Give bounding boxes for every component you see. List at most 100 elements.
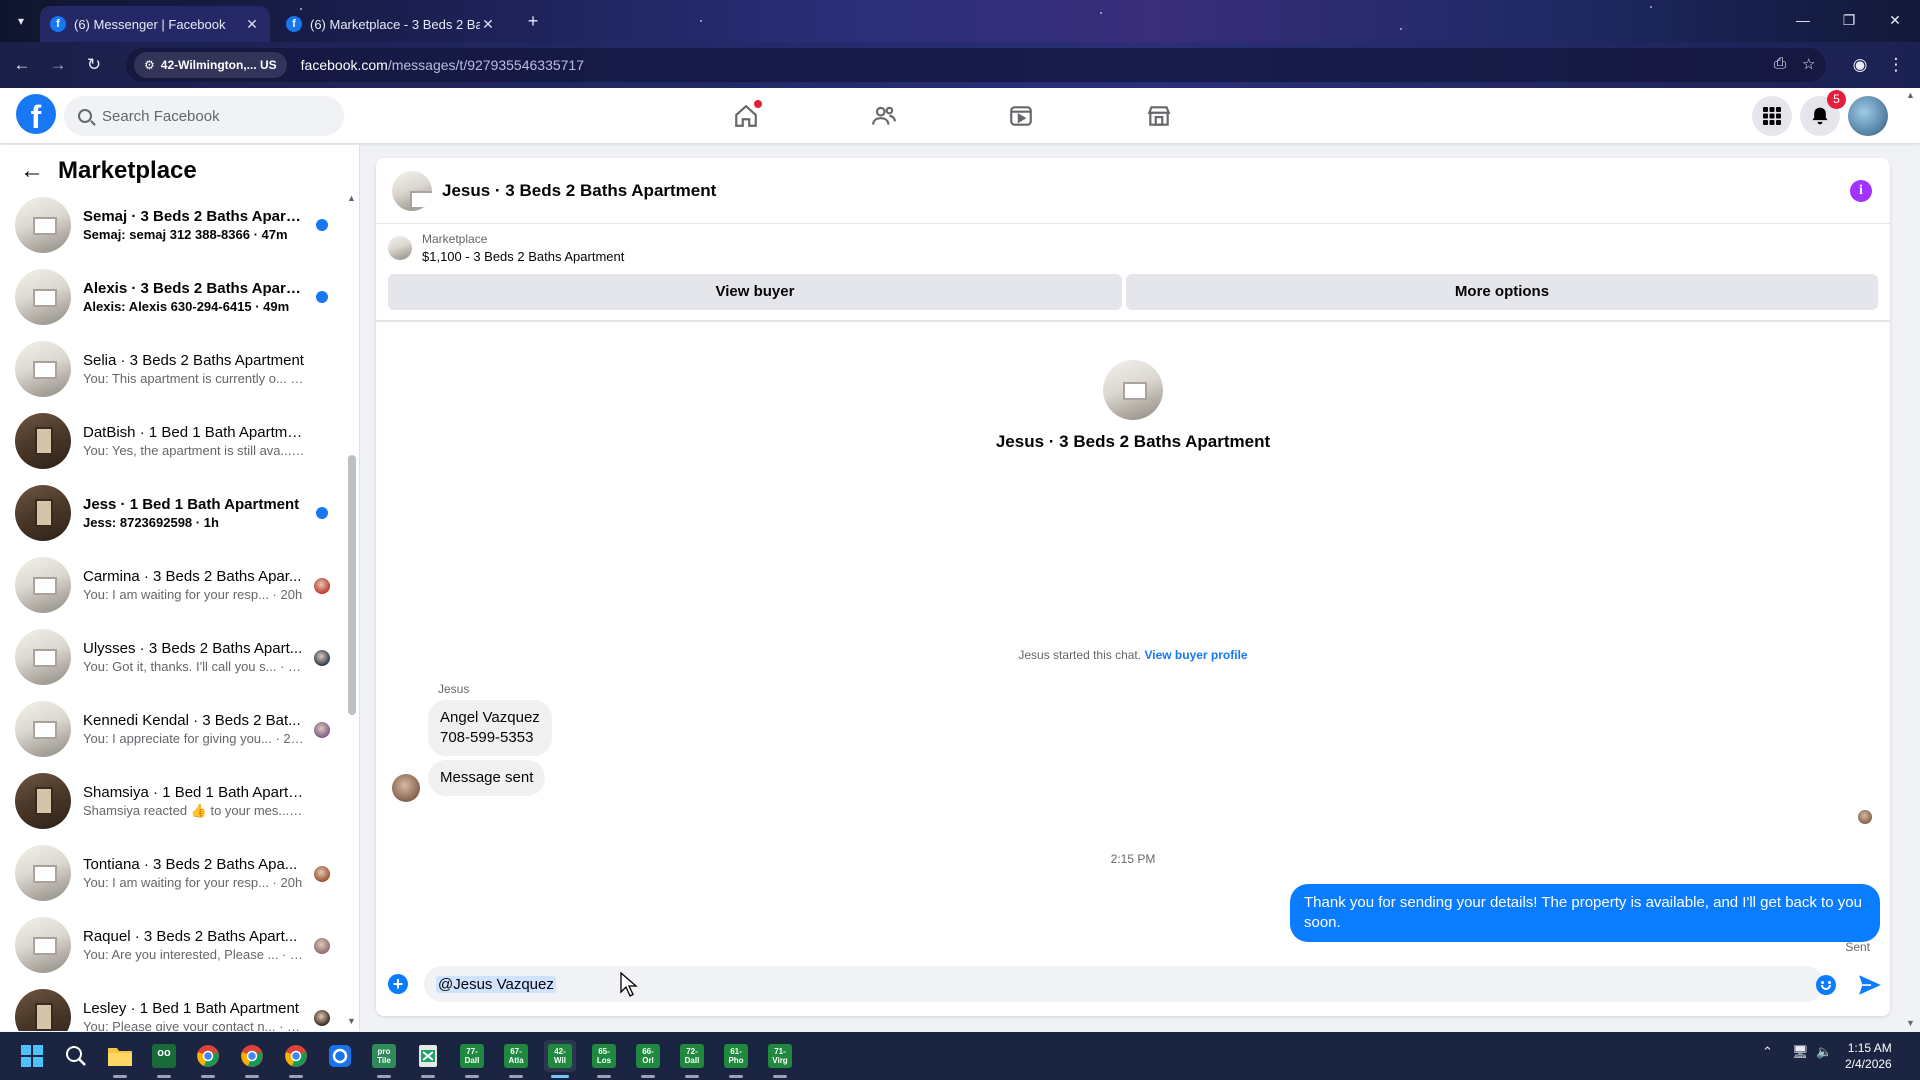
incoming-message[interactable]: Angel Vazquez 708-599-5353 (428, 700, 552, 756)
outgoing-message[interactable]: Thank you for sending your details! The … (1290, 884, 1880, 942)
menu-grid-button[interactable] (1752, 96, 1792, 136)
minimize-icon[interactable]: — (1780, 8, 1826, 32)
taskbar-tile-window[interactable]: 61-Pho61-Pho (720, 1040, 752, 1078)
home-nav-icon[interactable] (726, 96, 766, 136)
chat-title[interactable]: Jesus · 3 Beds 2 Baths Apartment (442, 181, 716, 201)
taskbar-app-oo[interactable]: oo (148, 1040, 180, 1078)
profile-icon[interactable]: ◉ (1848, 53, 1872, 77)
address-bar[interactable]: ⚙ 42-Wilmington,... US facebook.com/mess… (126, 48, 1826, 82)
taskbar-app-circle[interactable] (324, 1040, 356, 1072)
conversation-item[interactable]: Semaj · 3 Beds 2 Baths Apartm... Semaj: s… (0, 189, 340, 261)
conversation-name: Alexis · 3 Beds 2 Baths Apartm... (83, 280, 305, 297)
more-options-button[interactable]: More options (1126, 274, 1878, 310)
account-avatar[interactable] (1848, 96, 1888, 136)
conversation-item[interactable]: Tontiana · 3 Beds 2 Baths Apa... You: I a… (0, 837, 340, 909)
intro-avatar (1103, 360, 1163, 420)
taskbar-tile-window[interactable]: 65-Los65-Los (588, 1040, 620, 1078)
taskbar-search-button[interactable] (60, 1040, 92, 1072)
file-explorer-button[interactable] (104, 1040, 136, 1078)
conversation-item[interactable]: Ulysses · 3 Beds 2 Baths Apart... You: Go… (0, 621, 340, 693)
listing-thumbnail (15, 917, 71, 973)
close-window-icon[interactable]: ✕ (1872, 8, 1918, 32)
system-clock[interactable]: 1:15 AM 2/4/2026 (1845, 1040, 1892, 1072)
tab-messenger[interactable]: f (6) Messenger | Facebook ✕ (40, 6, 270, 42)
conversation-item[interactable]: Carmina · 3 Beds 2 Baths Apar... You: I a… (0, 549, 340, 621)
taskbar-tile-window[interactable]: 42-Wil42-Wil (544, 1040, 576, 1078)
forward-icon[interactable]: → (46, 53, 70, 77)
running-indicator (421, 1075, 435, 1078)
facebook-favicon-icon: f (286, 16, 302, 32)
volume-icon[interactable]: 🔈 (1816, 1044, 1832, 1060)
video-nav-icon[interactable] (1001, 96, 1041, 136)
taskbar-pro-tile[interactable]: pro Tile (368, 1040, 400, 1078)
spreadsheet-icon (419, 1045, 437, 1067)
taskbar-sheet[interactable] (412, 1040, 444, 1078)
taskbar-chrome-1[interactable] (192, 1040, 224, 1078)
intro-name: Jesus · 3 Beds 2 Baths Apartment (995, 432, 1271, 451)
search-icon (78, 109, 92, 123)
sent-status: Sent (1845, 940, 1870, 954)
conversation-item[interactable]: DatBish · 1 Bed 1 Bath Apartment You: Yes… (0, 405, 340, 477)
taskbar-tile-window[interactable]: 71-Virg71-Virg (764, 1040, 796, 1078)
sender-avatar[interactable] (392, 774, 420, 802)
reload-icon[interactable]: ↻ (82, 53, 106, 77)
send-icon[interactable] (1857, 972, 1883, 998)
marketplace-nav-icon[interactable] (1139, 96, 1179, 136)
taskbar-tile-window[interactable]: 72-Dall72-Dall (676, 1040, 708, 1078)
conversation-item[interactable]: Kennedi Kendal · 3 Beds 2 Bat... You: I a… (0, 693, 340, 765)
install-app-icon[interactable]: ⎙ (1774, 55, 1786, 72)
incoming-message[interactable]: Message sent (428, 760, 546, 796)
conversation-item[interactable]: Jess · 1 Bed 1 Bath Apartment Jess: 87236… (0, 477, 340, 549)
conversation-item[interactable]: Lesley · 1 Bed 1 Bath Apartment You: Plea… (0, 981, 340, 1031)
site-info-chip[interactable]: ⚙ 42-Wilmington,... US (134, 52, 287, 78)
taskbar-tile-window[interactable]: 77-Dall77-Dall (456, 1040, 488, 1078)
conversation-item[interactable]: Alexis · 3 Beds 2 Baths Apartm... Alexis:… (0, 261, 340, 333)
chrome-icon (285, 1045, 307, 1067)
listing-price-title: $1,100 - 3 Beds 2 Baths Apartment (422, 249, 625, 264)
scroll-up-icon[interactable]: ▲ (347, 193, 356, 203)
conversation-item[interactable]: Shamsiya · 1 Bed 1 Bath Apartm... Shamsiy… (0, 765, 340, 837)
mention-text[interactable]: @Jesus Vazquez (436, 975, 556, 993)
chat-avatar[interactable] (392, 170, 432, 211)
plus-actions-icon[interactable]: + (388, 974, 408, 994)
close-tab-icon[interactable]: ✕ (244, 16, 260, 33)
running-indicator (157, 1075, 171, 1078)
tab-search-chevron-icon[interactable]: ▾ (10, 10, 32, 32)
search-input[interactable] (102, 107, 322, 125)
url-text[interactable]: facebook.com/messages/t/927935546335717 (301, 57, 584, 73)
notifications-button[interactable]: 5 (1800, 90, 1846, 136)
emoji-icon[interactable] (1816, 975, 1836, 995)
sidebar-scrollbar[interactable] (348, 455, 356, 715)
page-scroll-down-icon[interactable]: ▼ (1906, 1018, 1915, 1028)
running-indicator (377, 1075, 391, 1078)
browser-menu-icon[interactable]: ⋮ (1884, 53, 1908, 77)
conversation-name: Kennedi Kendal · 3 Beds 2 Bat... (83, 712, 301, 729)
info-icon[interactable]: i (1850, 180, 1872, 202)
taskbar-chrome-2[interactable] (236, 1040, 268, 1078)
taskbar-tile-window[interactable]: 66-Orl66-Orl (632, 1040, 664, 1078)
close-tab-icon[interactable]: ✕ (480, 16, 496, 33)
facebook-top-nav: f 5 (0, 88, 1920, 144)
scroll-down-icon[interactable]: ▼ (347, 1016, 356, 1026)
view-buyer-button[interactable]: View buyer (388, 274, 1122, 310)
facebook-search[interactable] (64, 96, 344, 136)
back-arrow-icon[interactable]: ← (20, 157, 44, 185)
facebook-logo-icon[interactable]: f (16, 94, 56, 135)
bookmark-star-icon[interactable]: ☆ (1802, 55, 1815, 73)
view-buyer-profile-link[interactable]: View buyer profile (1144, 648, 1247, 662)
back-icon[interactable]: ← (10, 53, 34, 77)
listing-thumbnail (15, 197, 71, 253)
new-tab-icon[interactable]: + (522, 10, 544, 32)
show-hidden-icons-icon[interactable]: ⌃ (1762, 1044, 1773, 1060)
start-button[interactable] (16, 1040, 48, 1072)
listing-info[interactable]: Marketplace $1,100 - 3 Beds 2 Baths Apar… (388, 232, 624, 264)
taskbar-tile-window[interactable]: 67-Atla67-Atla (500, 1040, 532, 1078)
network-icon[interactable]: 🖥 (1792, 1044, 1809, 1060)
restore-icon[interactable]: ❐ (1826, 8, 1872, 32)
page-scroll-up-icon[interactable]: ▲ (1906, 90, 1915, 100)
taskbar-chrome-3[interactable] (280, 1040, 312, 1078)
friends-nav-icon[interactable] (864, 96, 904, 136)
tab-marketplace[interactable]: f (6) Marketplace - 3 Beds 2 Bath ✕ (276, 6, 506, 42)
conversation-item[interactable]: Selia · 3 Beds 2 Baths Apartment You: Thi… (0, 333, 340, 405)
conversation-item[interactable]: Raquel · 3 Beds 2 Baths Apart... You: Are… (0, 909, 340, 981)
